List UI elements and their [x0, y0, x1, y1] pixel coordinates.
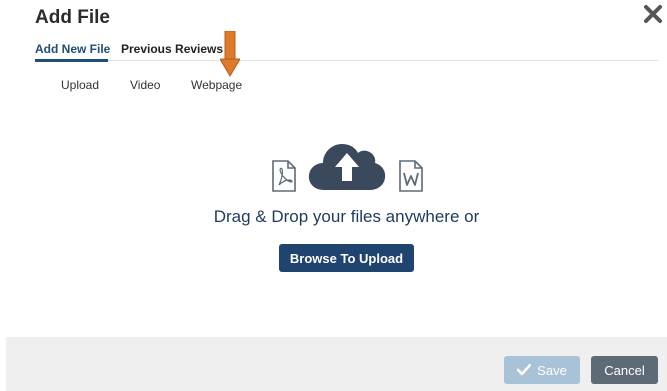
add-file-dialog: Add File Add New File Previous Reviews U…: [0, 0, 667, 391]
upload-cloud-icon: [308, 144, 386, 190]
tab-previous-reviews[interactable]: Previous Reviews: [121, 42, 223, 56]
dialog-title: Add File: [35, 7, 110, 28]
save-button-label: Save: [537, 362, 567, 378]
cancel-button[interactable]: Cancel: [591, 356, 658, 384]
word-file-icon: [399, 160, 423, 192]
subtab-upload[interactable]: Upload: [61, 78, 99, 92]
checkmark-icon: [517, 364, 532, 376]
close-icon[interactable]: [642, 3, 664, 25]
browse-to-upload-button[interactable]: Browse To Upload: [279, 244, 414, 272]
drop-instructions: Drag & Drop your files anywhere or: [213, 207, 480, 226]
arrow-down-icon: [220, 31, 240, 77]
save-button[interactable]: Save: [504, 356, 580, 384]
active-tab-indicator: [35, 59, 108, 62]
pdf-file-icon: [272, 160, 296, 192]
tabs-divider: [35, 60, 658, 61]
subtab-webpage[interactable]: Webpage: [191, 78, 242, 92]
subtab-video[interactable]: Video: [130, 78, 160, 92]
tab-add-new-file[interactable]: Add New File: [35, 42, 110, 56]
